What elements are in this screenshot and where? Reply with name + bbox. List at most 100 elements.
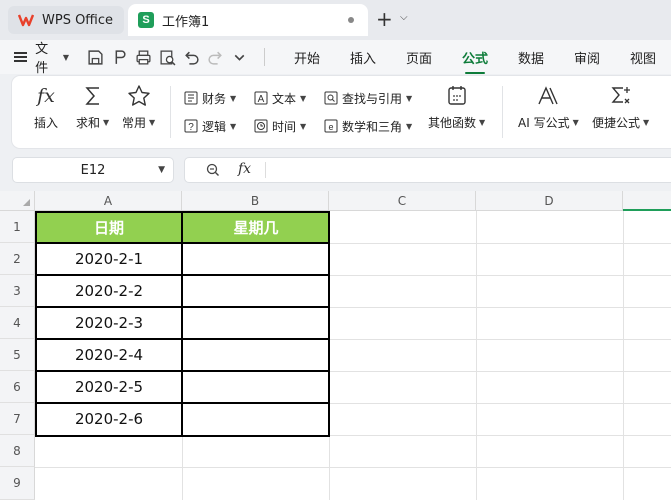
svg-text:A: A [258, 94, 265, 105]
quick-formula-button[interactable]: 便捷公式 ▼ [592, 84, 649, 131]
gridline [329, 211, 330, 500]
text-functions-button[interactable]: A 文本 ▼ [254, 88, 306, 108]
formula-bar[interactable]: fx [184, 157, 671, 183]
ribbon-divider [502, 86, 503, 138]
row-header[interactable]: 1 [0, 211, 35, 243]
cell-a5[interactable]: 2020-2-4 [36, 339, 182, 371]
print-preview-icon[interactable] [159, 49, 176, 66]
export-pdf-icon[interactable] [111, 49, 128, 66]
row-header[interactable]: 4 [0, 307, 35, 339]
logic-question-icon: ? [184, 119, 198, 133]
gridline [35, 435, 671, 436]
menu-row: 文件 ▼ 开始 插入 页面 公式 数据 审阅 视图 [0, 38, 671, 76]
chevron-down-icon: ▼ [300, 93, 307, 103]
finance-functions-button[interactable]: 财务 ▼ [184, 88, 236, 108]
datetime-label: 时间 [272, 119, 297, 134]
other-fn-label-wrap: 其他函数 ▼ [428, 114, 485, 131]
ribbon-tabs: 开始 插入 页面 公式 数据 审阅 视图 [279, 48, 671, 74]
cell-a6[interactable]: 2020-2-5 [36, 371, 182, 403]
cell-a1-header-date[interactable]: 日期 [36, 212, 182, 243]
datetime-functions-button[interactable]: 时间 ▼ [254, 116, 306, 136]
cell-a4[interactable]: 2020-2-3 [36, 307, 182, 339]
text-label: 文本 [272, 91, 297, 106]
common-functions-label: 常用 [122, 116, 147, 130]
column-header-c[interactable]: C [329, 191, 476, 211]
chevron-down-icon: ▼ [230, 93, 237, 103]
save-icon[interactable] [87, 49, 104, 66]
row-header[interactable]: 2 [0, 243, 35, 275]
tab-page[interactable]: 页面 [391, 48, 447, 67]
math-trig-button[interactable]: e 数学和三角 ▼ [324, 116, 412, 136]
cell-reference: E12 [80, 162, 106, 178]
tab-formulas[interactable]: 公式 [447, 48, 503, 74]
table-border [35, 370, 330, 372]
title-tab-bar: WPS Office S 工作簿1 + ⌵ [0, 0, 671, 40]
select-all-corner[interactable] [0, 191, 35, 211]
redo-icon[interactable] [207, 49, 224, 66]
svg-text:?: ? [188, 122, 194, 133]
tab-insert[interactable]: 插入 [335, 48, 391, 67]
lookup-reference-button[interactable]: 查找与引用 ▼ [324, 88, 412, 108]
name-box[interactable]: E12 ▼ [12, 157, 174, 183]
column-header-e[interactable] [623, 191, 671, 211]
chevron-down-icon: ▼ [572, 118, 579, 127]
chevron-down-icon[interactable]: ▼ [158, 165, 165, 175]
tab-home[interactable]: 开始 [279, 48, 335, 67]
fx-icon[interactable]: fx [238, 161, 251, 177]
new-tab-chevron-down-icon[interactable]: ⌵ [400, 12, 408, 23]
row-header[interactable]: 8 [0, 435, 35, 467]
document-tab[interactable]: S 工作簿1 [128, 4, 368, 36]
ribbon-divider [170, 86, 171, 138]
autosum-label-wrap: 求和 ▼ [76, 114, 109, 131]
finance-icon [184, 91, 198, 105]
sigma-icon [84, 87, 99, 105]
gridline [35, 467, 671, 468]
more-chevron-down-icon[interactable] [231, 49, 248, 66]
file-menu[interactable]: 文件 ▼ [35, 38, 69, 76]
spreadsheet-grid[interactable]: A B C D 1 2 3 4 5 6 7 8 9 日期 星期几 2020-2-… [0, 191, 671, 500]
wps-office-label: WPS Office [42, 12, 114, 28]
insert-function-button[interactable]: fx 插入 [34, 84, 58, 131]
column-header-b[interactable]: B [182, 191, 329, 211]
unsaved-dot-icon[interactable] [348, 17, 354, 23]
tab-view[interactable]: 视图 [615, 48, 671, 67]
hamburger-menu-icon[interactable] [14, 50, 28, 64]
ai-formula-label: AI 写公式 [518, 116, 570, 130]
autosum-button[interactable]: 求和 ▼ [76, 84, 109, 131]
logical-functions-button[interactable]: ? 逻辑 ▼ [184, 116, 236, 136]
row-header[interactable]: 7 [0, 403, 35, 435]
other-functions-button[interactable]: 其他函数 ▼ [428, 84, 485, 131]
table-border [35, 338, 330, 340]
common-functions-button[interactable]: 常用 ▼ [122, 84, 155, 131]
math-label: 数学和三角 [342, 119, 403, 134]
column-header-a[interactable]: A [35, 191, 182, 211]
new-tab-plus-icon[interactable]: + [376, 8, 393, 30]
formulas-ribbon: fx 插入 求和 ▼ 常用 ▼ 财务 ▼ ? 逻辑 ▼ A 文本 ▼ 时间 ▼ 查找与引用 ▼… [12, 76, 671, 148]
row-header[interactable]: 5 [0, 339, 35, 371]
table-border [35, 242, 330, 244]
undo-icon[interactable] [183, 49, 200, 66]
cell-a7[interactable]: 2020-2-6 [36, 403, 182, 435]
tab-data[interactable]: 数据 [503, 48, 559, 67]
cell-a2[interactable]: 2020-2-1 [36, 243, 182, 275]
quick-formula-label: 便捷公式 [592, 116, 641, 130]
quick-label-wrap: 便捷公式 ▼ [592, 114, 649, 131]
zoom-search-icon[interactable] [205, 162, 221, 178]
ai-formula-button[interactable]: AI 写公式 ▼ [518, 84, 579, 131]
column-header-d[interactable]: D [476, 191, 623, 211]
cell-a3[interactable]: 2020-2-2 [36, 275, 182, 307]
row-header[interactable]: 3 [0, 275, 35, 307]
chevron-down-icon: ▼ [62, 52, 70, 62]
cell-b1-header-weekday[interactable]: 星期几 [183, 212, 329, 243]
row-header[interactable]: 9 [0, 467, 35, 500]
tab-review[interactable]: 审阅 [559, 48, 615, 67]
svg-text:e: e [328, 122, 333, 132]
math-theta-icon: e [324, 119, 338, 133]
other-functions-label: 其他函数 [428, 116, 477, 130]
chevron-down-icon: ▼ [300, 121, 307, 131]
wps-office-tab[interactable]: WPS Office [8, 6, 124, 34]
row-header[interactable]: 6 [0, 371, 35, 403]
spreadsheet-icon: S [138, 12, 154, 28]
print-icon[interactable] [135, 49, 152, 66]
chevron-down-icon: ▼ [103, 118, 110, 127]
